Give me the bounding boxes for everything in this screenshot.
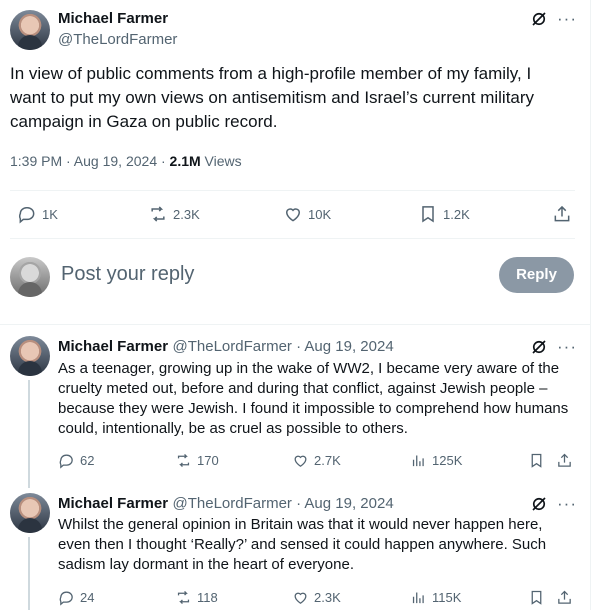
views-button[interactable]: 115K	[410, 589, 461, 606]
more-icon[interactable]: ···	[557, 495, 577, 512]
repost-button[interactable]: 170	[175, 452, 219, 469]
share-icon	[558, 590, 571, 604]
more-icon[interactable]: ···	[557, 338, 577, 355]
reply-author-avatar[interactable]	[10, 336, 50, 376]
reply-header: Michael Farmer @TheLordFarmer · Aug 19, …	[58, 495, 394, 512]
repost-count: 118	[197, 590, 218, 605]
grok-icon[interactable]	[530, 10, 548, 28]
reply-button[interactable]: 62	[58, 452, 94, 469]
reply-count: 24	[80, 590, 95, 605]
like-count: 10K	[308, 206, 332, 222]
divider	[0, 324, 590, 325]
reply-author-avatar[interactable]	[10, 493, 50, 533]
like-button[interactable]: 2.3K	[292, 589, 341, 606]
bookmark-count: 1.2K	[443, 206, 470, 222]
reply-icon	[18, 207, 35, 224]
repost-icon	[177, 454, 190, 467]
reply-input[interactable]: Post your reply	[61, 263, 194, 286]
reply-button[interactable]: 24	[58, 589, 94, 606]
repost-icon	[177, 591, 190, 604]
views-icon	[412, 592, 424, 604]
tweet-detail: Michael Farmer @TheLordFarmer ··· In vie…	[0, 0, 591, 610]
views-count: 115K	[432, 590, 462, 605]
like-button[interactable]: 2.7K	[292, 452, 341, 469]
share-icon	[554, 205, 570, 222]
grok-icon[interactable]	[530, 495, 548, 513]
share-icon	[558, 453, 571, 467]
bookmark-icon	[531, 590, 542, 605]
reply-icon	[59, 454, 73, 469]
reply-header: Michael Farmer @TheLordFarmer · Aug 19, …	[58, 338, 394, 355]
views-count: 125K	[432, 453, 463, 468]
bookmark-button[interactable]: 1.2K	[418, 204, 470, 224]
thread-line	[28, 380, 30, 488]
bookmark-button[interactable]	[528, 452, 545, 469]
repost-button[interactable]: 118	[175, 589, 218, 606]
bookmark-button[interactable]	[528, 589, 545, 606]
repost-icon	[151, 206, 165, 222]
like-count: 2.7K	[314, 453, 341, 468]
reply-button[interactable]: 1K	[17, 204, 58, 224]
like-icon	[285, 208, 301, 222]
like-icon	[294, 455, 307, 467]
reply-icon	[59, 591, 73, 606]
views-label: Views	[200, 153, 242, 169]
divider	[10, 238, 575, 239]
repost-count: 170	[197, 453, 219, 468]
bookmark-icon	[531, 453, 542, 468]
tweet-time[interactable]: 1:39 PM · Aug 19, 2024 ·	[10, 153, 170, 169]
views-button[interactable]: 125K	[410, 452, 462, 469]
thread-line	[28, 537, 30, 610]
divider	[10, 190, 575, 191]
like-button[interactable]: 10K	[283, 204, 331, 224]
grok-icon[interactable]	[530, 338, 548, 356]
user-avatar[interactable]	[10, 257, 50, 297]
author-handle[interactable]: @TheLordFarmer	[58, 31, 177, 49]
reply-count: 1K	[42, 206, 58, 222]
share-button[interactable]	[556, 589, 573, 606]
tweet-text: In view of public comments from a high-p…	[10, 64, 535, 131]
author-avatar[interactable]	[10, 10, 50, 50]
reply-count: 62	[80, 453, 95, 468]
views-count: 2.1M	[169, 153, 201, 169]
repost-count: 2.3K	[173, 206, 200, 222]
reply-text: As a teenager, growing up in the wake of…	[58, 360, 569, 437]
share-button[interactable]	[552, 204, 572, 224]
tweet-meta: 1:39 PM · Aug 19, 2024 · 2.1M Views	[10, 153, 242, 169]
bookmark-icon	[422, 206, 434, 223]
share-button[interactable]	[556, 452, 573, 469]
views-icon	[412, 455, 424, 467]
reply-text: Whilst the general opinion in Britain wa…	[58, 516, 547, 573]
author-name[interactable]: Michael Farmer	[58, 10, 168, 28]
more-icon[interactable]: ···	[557, 10, 577, 27]
like-icon	[294, 592, 307, 604]
like-count: 2.3K	[314, 590, 341, 605]
reply-submit-button[interactable]: Reply	[499, 257, 574, 293]
repost-button[interactable]: 2.3K	[148, 204, 200, 224]
